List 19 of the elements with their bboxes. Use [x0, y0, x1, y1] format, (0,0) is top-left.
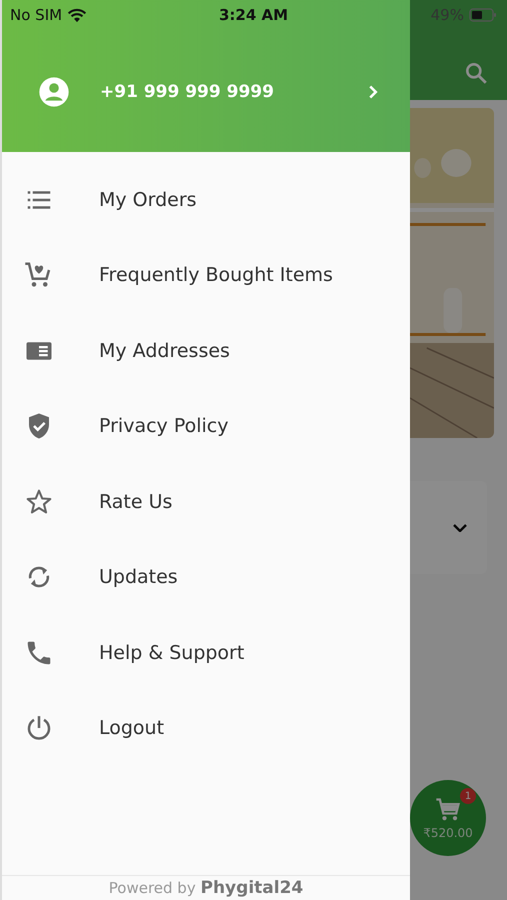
carrier-text: No SIM	[10, 6, 62, 24]
cart-total: ₹520.00	[423, 826, 473, 840]
menu-item[interactable]: Privacy Policy	[2, 388, 410, 464]
account-icon	[38, 76, 70, 108]
menu-item[interactable]: Updates	[2, 540, 410, 615]
cart-count-badge: 1	[460, 788, 476, 804]
search-icon[interactable]	[463, 60, 489, 86]
wifi-icon	[67, 8, 88, 22]
menu-item[interactable]: Help & Support	[2, 615, 410, 690]
menu-item[interactable]: Rate Us	[2, 464, 410, 540]
powered-by-text: Powered by Phygital24	[108, 878, 304, 898]
chevron-down-icon	[453, 524, 467, 532]
clock-text: 3:24 AM	[218, 6, 288, 24]
menu-item[interactable]: Frequently Bought Items	[2, 238, 410, 313]
battery-icon	[468, 8, 497, 22]
menu-item[interactable]: Logout	[2, 690, 410, 766]
phone-number: +91 999 999 9999	[100, 82, 275, 102]
menu-item[interactable]: My Orders	[2, 162, 410, 238]
menu-item[interactable]: My Addresses	[2, 313, 410, 388]
